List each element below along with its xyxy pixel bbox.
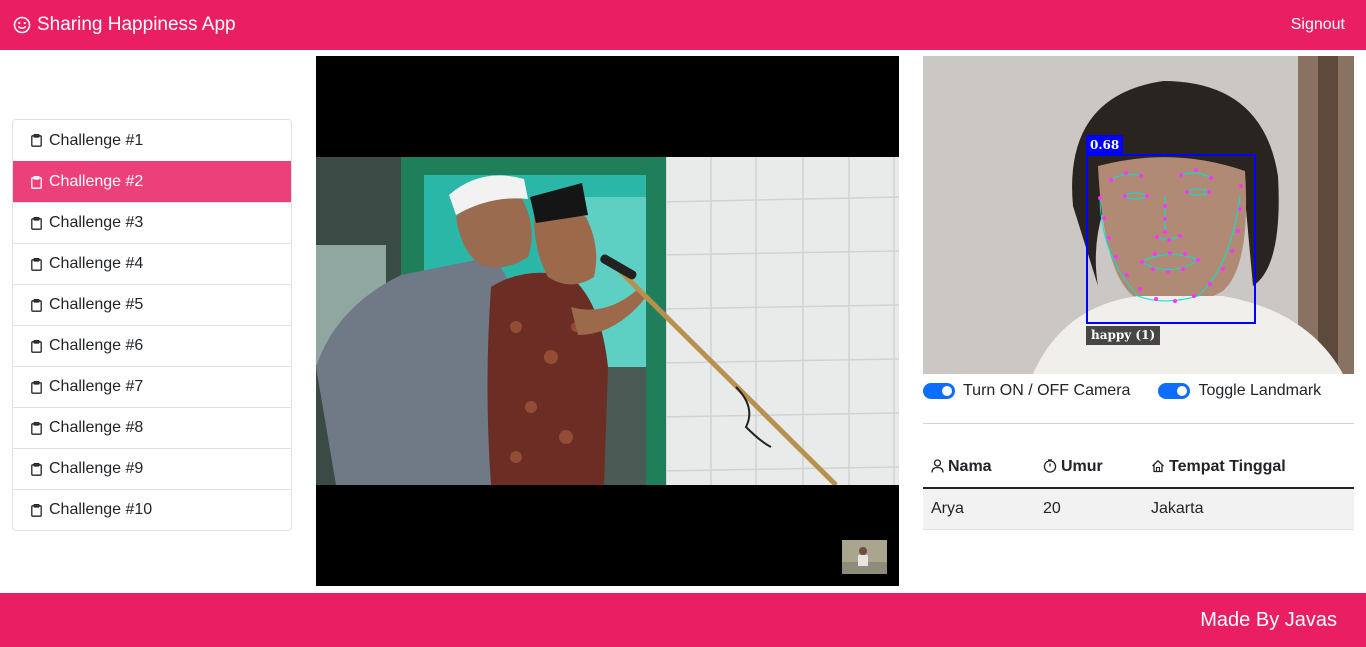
header-name-label: Nama xyxy=(948,457,992,475)
clipboard-icon xyxy=(31,380,42,394)
challenge-label: Challenge #1 xyxy=(49,131,144,149)
challenge-item-2[interactable]: Challenge #2 xyxy=(13,161,291,202)
challenge-label: Challenge #3 xyxy=(49,214,144,231)
app-brand[interactable]: Sharing Happiness App xyxy=(13,14,236,36)
clipboard-icon xyxy=(31,503,42,517)
challenge-video-player[interactable] xyxy=(316,56,899,586)
house-icon xyxy=(1152,459,1164,472)
header-name: Nama xyxy=(923,448,1035,489)
challenge-item-8[interactable]: Challenge #8 xyxy=(13,407,291,448)
divider xyxy=(923,423,1354,424)
challenge-item-3[interactable]: Challenge #3 xyxy=(13,202,291,243)
user-info-table: Nama Umur Tempat Tinggal Arya 20 Jakarta xyxy=(923,448,1354,530)
clipboard-icon xyxy=(31,298,42,312)
camera-toggle-label: Turn ON / OFF Camera xyxy=(963,382,1131,399)
emotion-label: happy (1) xyxy=(1086,326,1161,345)
challenge-label: Challenge #10 xyxy=(49,501,153,518)
header-age: Umur xyxy=(1035,448,1143,489)
table-row: Arya 20 Jakarta xyxy=(923,488,1354,530)
challenge-label: Challenge #5 xyxy=(49,296,144,313)
challenge-label: Challenge #9 xyxy=(49,460,144,477)
signout-link[interactable]: Signout xyxy=(1291,16,1345,34)
challenge-item-10[interactable]: Challenge #10 xyxy=(13,489,291,530)
clipboard-icon xyxy=(31,134,42,147)
landmark-toggle-label: Toggle Landmark xyxy=(1198,382,1322,399)
camera-controls: Turn ON / OFF Camera Toggle Landmark xyxy=(923,382,1354,400)
camera-toggle[interactable]: Turn ON / OFF Camera xyxy=(923,382,1130,400)
detection-score-label: 0.68 xyxy=(1086,135,1124,155)
cell-age: 20 xyxy=(1035,488,1143,530)
challenge-label: Challenge #7 xyxy=(49,378,144,395)
clipboard-icon xyxy=(31,175,42,189)
clipboard-icon xyxy=(31,216,42,230)
top-navbar: Sharing Happiness App Signout xyxy=(0,0,1366,50)
footer: Made By Javas xyxy=(0,593,1366,647)
footer-credit: Made By Javas xyxy=(1200,608,1337,631)
clipboard-icon xyxy=(31,339,42,353)
camera-switch[interactable] xyxy=(923,383,955,399)
header-city: Tempat Tinggal xyxy=(1143,448,1354,489)
header-city-label: Tempat Tinggal xyxy=(1169,457,1286,475)
smile-icon xyxy=(13,16,31,34)
challenge-label: Challenge #4 xyxy=(49,255,144,272)
challenge-item-7[interactable]: Challenge #7 xyxy=(13,366,291,407)
webcam-feed: 0.68 happy (1) xyxy=(923,56,1354,374)
challenge-list: Challenge #1 Challenge #2 Challenge #3 C… xyxy=(12,119,292,531)
clipboard-icon xyxy=(31,462,42,476)
header-age-label: Umur xyxy=(1061,457,1103,475)
table-header-row: Nama Umur Tempat Tinggal xyxy=(923,448,1354,489)
challenge-label: Challenge #8 xyxy=(49,419,144,436)
challenge-item-6[interactable]: Challenge #6 xyxy=(13,325,291,366)
challenge-item-9[interactable]: Challenge #9 xyxy=(13,448,291,489)
stopwatch-icon xyxy=(1043,458,1057,473)
challenge-item-4[interactable]: Challenge #4 xyxy=(13,243,291,284)
landmark-toggle[interactable]: Toggle Landmark xyxy=(1158,382,1321,400)
challenge-label: Challenge #2 xyxy=(49,173,144,190)
challenge-item-5[interactable]: Challenge #5 xyxy=(13,284,291,325)
webcam-thumbnail[interactable] xyxy=(842,540,887,574)
clipboard-icon xyxy=(31,421,42,435)
cell-name: Arya xyxy=(923,488,1035,530)
clipboard-icon xyxy=(31,257,42,271)
app-title: Sharing Happiness App xyxy=(37,14,236,35)
challenge-item-1[interactable]: Challenge #1 xyxy=(13,120,291,161)
person-icon xyxy=(931,458,944,473)
video-frame xyxy=(316,157,899,485)
challenge-label: Challenge #6 xyxy=(49,337,144,354)
landmark-switch[interactable] xyxy=(1158,383,1191,399)
cell-city: Jakarta xyxy=(1143,488,1354,530)
